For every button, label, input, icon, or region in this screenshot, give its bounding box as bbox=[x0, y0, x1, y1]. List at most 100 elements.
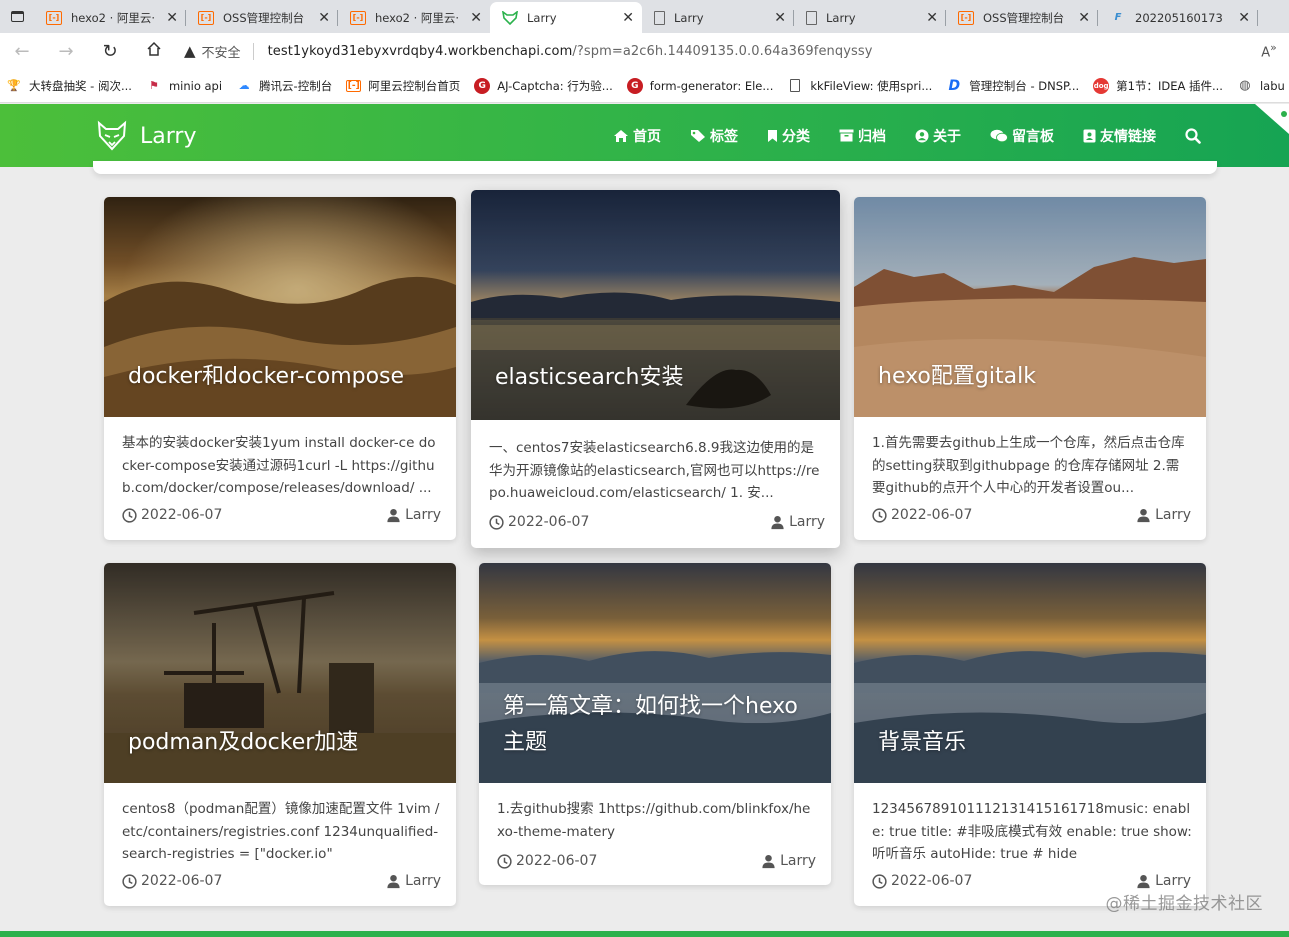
bookmark-item[interactable]: D 管理控制台 - DNSP... bbox=[946, 78, 1079, 94]
browser-tab[interactable]: [-] OSS管理控制台 ✕ bbox=[946, 2, 1098, 33]
aliyun-icon: [-] bbox=[46, 10, 62, 25]
close-icon[interactable]: ✕ bbox=[470, 10, 482, 26]
aliyun-icon: [-] bbox=[346, 79, 362, 92]
post-summary: 基本的安装docker安装1yum install docker-ce dock… bbox=[122, 435, 436, 497]
forward-arrow-icon[interactable]: → bbox=[44, 41, 88, 62]
post-meta: 2022-06-07 Larry bbox=[122, 507, 441, 523]
search-icon bbox=[1185, 127, 1201, 144]
post-author[interactable]: Larry bbox=[1136, 873, 1191, 889]
nav-tags[interactable]: 标签 bbox=[690, 126, 738, 146]
close-icon[interactable]: ✕ bbox=[166, 10, 178, 26]
post-title[interactable]: podman及docker加速 bbox=[128, 725, 436, 761]
fox-logo-icon bbox=[97, 120, 127, 151]
post-date: 2022-06-07 bbox=[489, 514, 589, 530]
post-date: 2022-06-07 bbox=[122, 507, 222, 523]
footer-strip bbox=[0, 931, 1289, 937]
nav-guestbook[interactable]: 留言板 bbox=[990, 126, 1054, 146]
read-aloud-icon[interactable]: A» bbox=[1249, 41, 1289, 60]
post-title[interactable]: elasticsearch安装 bbox=[495, 360, 820, 396]
github-corner-icon[interactable] bbox=[1255, 104, 1289, 134]
post-card[interactable]: 背景音乐 123456789101112131415161718music: e… bbox=[854, 563, 1206, 906]
post-card[interactable]: podman及docker加速 centos8（podman配置）镜像加速配置文… bbox=[104, 563, 456, 906]
nav-categories[interactable]: 分类 bbox=[767, 126, 810, 146]
comments-icon bbox=[990, 129, 1008, 143]
clock-icon bbox=[122, 873, 137, 889]
security-indicator[interactable]: ▲ 不安全 bbox=[184, 42, 254, 61]
home-icon[interactable] bbox=[132, 41, 176, 62]
bookmark-item[interactable]: Gform-generator: Ele... bbox=[626, 77, 773, 94]
post-date-text: 2022-06-07 bbox=[891, 507, 973, 523]
background-panel-edge bbox=[93, 161, 1217, 174]
nav-label: 关于 bbox=[933, 128, 961, 145]
post-summary: 1.首先需要去github上生成一个仓库，然后点击仓库的setting获取到gi… bbox=[872, 435, 1185, 497]
post-card[interactable]: hexo配置gitalk 1.首先需要去github上生成一个仓库，然后点击仓库… bbox=[854, 197, 1206, 540]
url-text[interactable]: test1ykoyd31ebyxvrdqby4.workbenchapi.com… bbox=[268, 44, 873, 59]
gitee-icon: G bbox=[626, 77, 643, 94]
post-author-text: Larry bbox=[405, 873, 441, 889]
bookmark-item[interactable]: G AJ-Captcha: 行为验... bbox=[474, 77, 613, 94]
aliyun-icon: [-] bbox=[958, 10, 974, 25]
browser-tab-active[interactable]: Larry ✕ bbox=[490, 2, 642, 33]
post-card[interactable]: elasticsearch安装 一、centos7安装elasticsearch… bbox=[471, 190, 840, 548]
bookmark-item[interactable]: ⚑ minio api bbox=[146, 78, 222, 94]
nav-about[interactable]: 关于 bbox=[915, 126, 961, 146]
browser-tab[interactable]: [-] OSS管理控制台 ✕ bbox=[186, 2, 338, 33]
nav-label: 首页 bbox=[633, 128, 661, 145]
back-arrow-icon[interactable]: ← bbox=[0, 41, 44, 62]
post-title[interactable]: hexo配置gitalk bbox=[878, 359, 1186, 395]
close-icon[interactable]: ✕ bbox=[926, 10, 938, 26]
close-icon[interactable]: ✕ bbox=[318, 10, 330, 26]
post-summary: 一、centos7安装elasticsearch6.8.9我这边使用的是华为开源… bbox=[489, 440, 820, 502]
close-icon[interactable]: ✕ bbox=[1238, 10, 1250, 26]
close-icon[interactable]: ✕ bbox=[1078, 10, 1090, 26]
browser-tab[interactable]: Larry ✕ bbox=[794, 2, 946, 33]
post-author[interactable]: Larry bbox=[761, 853, 816, 869]
warning-icon: ▲ bbox=[184, 42, 196, 60]
page-icon bbox=[806, 10, 817, 25]
bookmark-item[interactable]: ☁ 腾讯云-控制台 bbox=[236, 78, 333, 94]
bookmark-item[interactable]: 🏆 大转盘抽奖 - 阅次... bbox=[6, 78, 132, 94]
bookmark-label: 阿里云控制台首页 bbox=[368, 78, 461, 93]
post-author[interactable]: Larry bbox=[386, 507, 441, 523]
user-icon bbox=[762, 854, 775, 868]
close-icon[interactable]: ✕ bbox=[774, 10, 786, 26]
post-title[interactable]: docker和docker-compose bbox=[128, 359, 436, 395]
bookmarks-bar: 🏆 大转盘抽奖 - 阅次... ⚑ minio api ☁ 腾讯云-控制台 [-] 阿里… bbox=[0, 69, 1289, 103]
nav-friends[interactable]: 友情链接 bbox=[1083, 126, 1156, 146]
post-meta: 2022-06-07 Larry bbox=[872, 873, 1191, 889]
browser-tab[interactable]: [-] hexo2 · 阿里云· ✕ bbox=[338, 2, 490, 33]
post-title[interactable]: 第一篇文章：如何找一个hexo主题 bbox=[503, 689, 811, 761]
post-author[interactable]: Larry bbox=[386, 873, 441, 889]
post-card[interactable]: 第一篇文章：如何找一个hexo主题 1.去github搜索 1https://g… bbox=[479, 563, 831, 885]
post-author-text: Larry bbox=[1155, 873, 1191, 889]
post-card[interactable]: docker和docker-compose 基本的安装docker安装1yum … bbox=[104, 197, 456, 540]
browser-tab[interactable]: F 202205160173 ✕ bbox=[1098, 2, 1258, 33]
bookmark-label: AJ-Captcha: 行为验... bbox=[497, 78, 613, 93]
post-date-text: 2022-06-07 bbox=[516, 853, 598, 869]
nav-label: 归档 bbox=[858, 128, 886, 145]
address-bar[interactable]: ▲ 不安全 test1ykoyd31ebyxvrdqby4.workbencha… bbox=[184, 33, 1249, 69]
browser-tab[interactable]: [-] hexo2 · 阿里云· ✕ bbox=[34, 2, 186, 33]
larry-icon bbox=[502, 10, 518, 25]
post-author[interactable]: Larry bbox=[1136, 507, 1191, 523]
user-icon bbox=[387, 874, 400, 888]
tab-title: hexo2 · 阿里云· bbox=[71, 10, 156, 25]
post-date-text: 2022-06-07 bbox=[891, 873, 973, 889]
site-logo[interactable]: Larry bbox=[96, 120, 196, 152]
bookmark-item[interactable]: [-] 阿里云控制台首页 bbox=[346, 78, 460, 94]
nav-home[interactable]: 首页 bbox=[613, 126, 661, 146]
post-title[interactable]: 背景音乐 bbox=[878, 725, 1186, 761]
user-icon bbox=[771, 515, 784, 529]
bookmark-item[interactable]: kkFileView: 使用spri... bbox=[787, 78, 932, 94]
nav-archives[interactable]: 归档 bbox=[839, 126, 886, 146]
clock-icon bbox=[872, 507, 887, 523]
browser-tab[interactable]: Larry ✕ bbox=[642, 2, 794, 33]
bookmark-item[interactable]: dog 第1节：IDEA 插件... bbox=[1093, 77, 1223, 94]
url-path: /?spm=a2c6h.14409135.0.0.64a369fenqyssy bbox=[572, 43, 873, 59]
close-icon[interactable]: ✕ bbox=[622, 10, 634, 26]
search-button[interactable] bbox=[1185, 127, 1205, 144]
reload-icon[interactable]: ↻ bbox=[88, 41, 132, 62]
post-author[interactable]: Larry bbox=[770, 514, 825, 530]
bookmark-item[interactable]: ◍ labu bbox=[1237, 78, 1285, 94]
tab-actions-icon[interactable] bbox=[0, 0, 34, 33]
